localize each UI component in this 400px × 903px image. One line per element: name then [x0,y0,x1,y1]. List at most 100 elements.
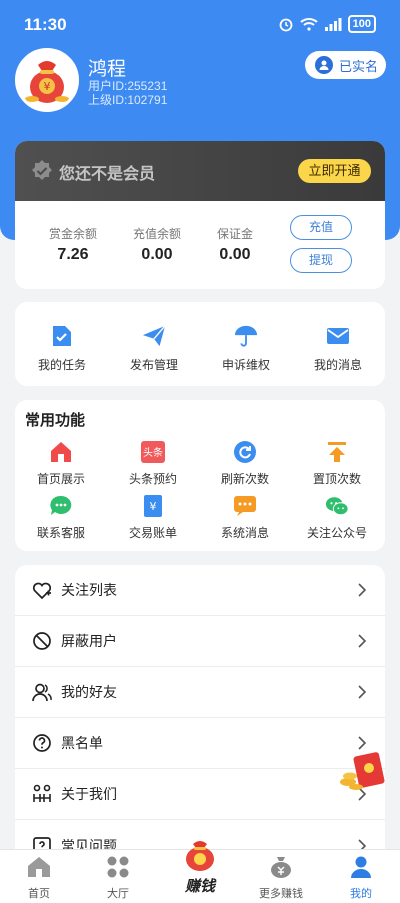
balance-label: 赏金余额 [48,227,97,241]
func-label: 系统消息 [220,526,269,540]
member-card: 您还不是会员 立即开通 赏金余额 7.26 充值余额 0.00 保证金 0.00… [15,141,385,289]
menu-item-label: 关注列表 [61,582,117,598]
func-system-message[interactable]: 系统消息 [199,494,291,541]
menu-item-about-us[interactable]: 关于我们 [15,769,385,820]
parent-id: 上级ID:102791 [88,93,168,107]
question-icon [31,732,53,754]
menu-item-follow-list[interactable]: 关注列表 [15,565,385,616]
common-functions-card: 常用功能 首页展示 头条 头条预约 刷新次数 置顶次数 联系客服 ¥ 交易账单 [15,400,385,551]
toutiao-icon: 头条 [141,440,165,464]
quick-link-label: 我的任务 [37,358,86,372]
wifi-icon [299,18,318,31]
quick-link-label: 我的消息 [313,358,362,372]
block-icon [31,630,53,652]
quick-link-label: 申诉维权 [221,358,270,372]
func-label: 刷新次数 [220,472,269,486]
red-envelope-icon [340,752,385,790]
signal-icon [324,18,342,31]
menu-item-label: 屏蔽用户 [61,633,117,649]
open-membership-button[interactable]: 立即开通 [298,159,371,183]
nav-more-earn[interactable]: 更多赚钱 [246,856,316,901]
func-label: 首页展示 [36,472,85,486]
paper-plane-icon [142,324,166,348]
nav-label: 我的 [350,888,372,900]
status-time: 11:30 [24,15,67,34]
menu-item-blacklist[interactable]: 黑名单 [15,718,385,769]
wechat-icon [325,494,349,518]
menu-item-blocked-users[interactable]: 屏蔽用户 [15,616,385,667]
status-icons: 100 [278,15,376,33]
withdraw-button[interactable]: 提现 [290,248,352,273]
svg-text:¥: ¥ [150,500,157,513]
nav-label: 更多赚钱 [259,888,303,900]
bottom-navigation: 首页 大厅 赚钱 更多赚钱 我的 [0,841,400,903]
func-refresh[interactable]: 刷新次数 [199,440,291,487]
nav-earn[interactable]: 赚钱 [170,838,230,896]
balance-recharge: 充值余额 0.00 [117,225,197,264]
verified-label: 已实名 [339,58,379,74]
home-icon [49,440,73,464]
chevron-right-icon [358,634,367,648]
func-label: 头条预约 [128,472,177,486]
refresh-icon [233,440,257,464]
section-title: 常用功能 [25,412,86,429]
quick-link-my-tasks[interactable]: 我的任务 [17,324,107,373]
quick-links-card: 我的任务 发布管理 申诉维权 我的消息 [15,302,385,386]
nav-home[interactable]: 首页 [4,856,74,901]
func-toutiao[interactable]: 头条 头条预约 [107,440,199,487]
balance-label: 充值余额 [132,227,181,241]
bill-icon: ¥ [141,494,165,518]
svg-text:¥: ¥ [44,80,51,93]
menu-item-my-friends[interactable]: 我的好友 [15,667,385,718]
nav-hall[interactable]: 大厅 [83,856,153,901]
balance-value: 0.00 [141,246,173,263]
quick-link-label: 发布管理 [129,358,178,372]
member-status-text: 您还不是会员 [59,166,156,183]
balance-reward: 赏金余额 7.26 [33,225,113,264]
menu-item-label: 关于我们 [61,786,117,802]
func-follow-official[interactable]: 关注公众号 [291,494,383,541]
alarm-icon [279,18,293,32]
menu-item-label: 黑名单 [61,735,103,751]
money-bag-icon [186,841,214,871]
about-icon [31,783,53,805]
chevron-right-icon [358,685,367,699]
member-badge-icon [32,160,52,180]
balance-deposit: 保证金 0.00 [195,225,275,264]
quick-link-publish[interactable]: 发布管理 [109,324,199,373]
home-icon [28,857,50,877]
battery-indicator: 100 [347,15,376,33]
status-bar: 11:30 100 [0,0,400,48]
chevron-right-icon [358,736,367,750]
nav-label: 赚钱 [184,878,215,895]
heart-plus-icon [31,579,53,601]
quick-link-messages[interactable]: 我的消息 [293,324,383,373]
func-label: 交易账单 [128,526,177,540]
avatar[interactable]: ¥ [15,48,79,112]
user-icon [315,56,333,74]
floating-red-packet[interactable] [338,752,388,797]
func-home-display[interactable]: 首页展示 [15,440,107,487]
svg-text:头条: 头条 [143,446,163,459]
quick-link-appeal[interactable]: 申诉维权 [201,324,291,373]
func-pin-top[interactable]: 置顶次数 [291,440,383,487]
balance-value: 7.26 [57,246,89,263]
coin-bag-icon [271,857,291,878]
func-label: 关注公众号 [306,526,367,540]
nav-label: 大厅 [107,888,129,900]
nav-mine[interactable]: 我的 [326,856,396,901]
member-banner: 您还不是会员 立即开通 [15,141,385,201]
func-customer-service[interactable]: 联系客服 [15,494,107,541]
balance-label: 保证金 [216,227,253,241]
func-transaction-bill[interactable]: ¥ 交易账单 [107,494,199,541]
system-message-icon [233,494,257,518]
task-check-icon [50,324,74,348]
recharge-button[interactable]: 充值 [290,215,352,240]
pin-top-icon [325,440,349,464]
func-label: 联系客服 [36,526,85,540]
chevron-right-icon [358,583,367,597]
chat-bubble-icon [49,494,73,518]
verified-button[interactable]: 已实名 [305,51,386,79]
friends-icon [31,681,53,703]
mail-icon [326,324,350,348]
